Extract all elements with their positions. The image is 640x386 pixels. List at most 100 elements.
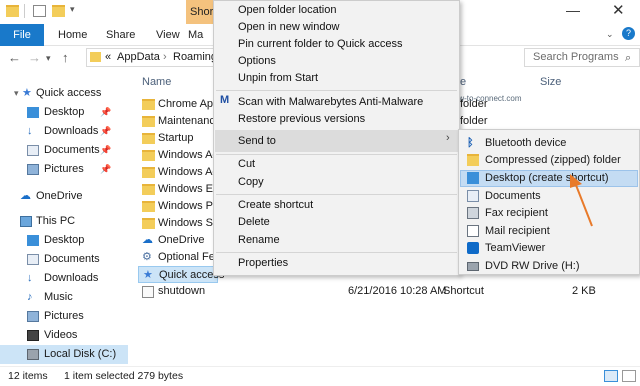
tab-share[interactable]: Share [94, 24, 147, 46]
sendto-desktop-shortcut[interactable]: Desktop (create shortcut) [459, 169, 639, 187]
menu-create-shortcut[interactable]: Create shortcut [238, 196, 313, 214]
tab-shortcut-tools[interactable]: Short [186, 0, 216, 24]
nav-label: Documents [44, 144, 100, 156]
back-icon[interactable]: ← [8, 50, 21, 65]
navigation-pane: ▾ ★ Quick access Desktop 📌 ↓ Downloads 📌… [0, 76, 128, 365]
send-to-submenu: ᛒ Bluetooth device Compressed (zipped) f… [458, 129, 640, 275]
bluetooth-icon: ᛒ [467, 137, 474, 149]
desktop-icon [27, 235, 39, 246]
nav-label: Downloads [44, 272, 99, 284]
folder-icon [142, 116, 155, 127]
sendto-mail[interactable]: Mail recipient [459, 222, 639, 240]
nav-label: Pictures [44, 310, 84, 322]
pin-icon[interactable]: 📌 [100, 160, 111, 179]
sendto-fax[interactable]: Fax recipient [459, 204, 639, 222]
menu-open-in-new-window[interactable]: Open in new window [238, 18, 340, 36]
nav-pictures[interactable]: Pictures 📌 [24, 160, 124, 179]
menu-open-folder-location[interactable]: Open folder location [238, 1, 336, 19]
tab-home[interactable]: Home [46, 24, 99, 46]
tab-view[interactable]: View [144, 24, 192, 46]
file-name: Windows Ad [158, 166, 219, 178]
pin-icon[interactable]: 📌 [100, 122, 111, 141]
annotation-arrow-icon [570, 174, 593, 227]
dvd-icon [467, 262, 479, 271]
column-name[interactable]: Name [142, 76, 171, 88]
expand-icon[interactable]: ▾ [14, 84, 19, 103]
search-icon[interactable]: ⌕ [625, 50, 631, 67]
file-name: Maintenance [158, 115, 221, 127]
mail-icon [467, 225, 479, 237]
nav-desktop[interactable]: Desktop 📌 [24, 103, 124, 122]
disk-icon [27, 349, 39, 360]
cloud-icon: ☁ [20, 190, 31, 202]
close-icon[interactable]: ✕ [612, 1, 625, 19]
list-item-selected[interactable]: ★ Quick access [138, 266, 224, 283]
folder-icon [142, 218, 155, 229]
tab-manage-partial[interactable]: Ma [188, 24, 203, 46]
file-name: shutdown [158, 285, 206, 297]
folder-icon[interactable] [6, 5, 19, 17]
large-icons-view-icon[interactable] [622, 370, 636, 382]
qa-dropdown-icon[interactable]: ▾ [70, 4, 75, 15]
menu-properties[interactable]: Properties [238, 254, 288, 272]
breadcrumb-separator-icon: › [163, 51, 167, 63]
nav-label: Documents [44, 253, 100, 265]
qa-separator [24, 4, 25, 18]
menu-cut[interactable]: Cut [238, 155, 255, 173]
chevron-down-icon[interactable]: ⌄ [606, 29, 614, 40]
help-icon[interactable]: ? [622, 27, 635, 40]
menu-scan-malwarebytes[interactable]: Scan with Malwarebytes Anti-Malware [238, 93, 423, 111]
documents-icon [27, 254, 39, 265]
menu-rename[interactable]: Rename [238, 231, 280, 249]
nav-label: This PC [36, 215, 76, 227]
sendto-teamviewer[interactable]: TeamViewer [459, 239, 639, 257]
nav-local-disk[interactable]: Local Disk (C:) [0, 345, 128, 364]
details-view-icon[interactable] [604, 370, 618, 382]
minimize-icon[interactable]: — [566, 2, 580, 18]
properties-icon[interactable] [33, 5, 46, 17]
list-item[interactable]: shutdown 6/21/2016 10:28 AM Shortcut 2 K… [138, 283, 638, 300]
breadcrumb-roaming[interactable]: Roaming [173, 51, 217, 63]
pin-icon[interactable]: 📌 [100, 103, 111, 122]
folder-icon [142, 167, 155, 178]
menu-pin-to-quick-access[interactable]: Pin current folder to Quick access [238, 35, 402, 53]
nav-label: Desktop [44, 106, 85, 118]
up-icon[interactable]: ↑ [62, 50, 69, 65]
menu-restore-previous-versions[interactable]: Restore previous versions [238, 110, 365, 128]
settings-shortcut-icon: ⚙ [142, 251, 152, 263]
sendto-label: TeamViewer [485, 242, 546, 254]
pin-icon[interactable]: 📌 [100, 141, 111, 160]
file-name: Startup [158, 132, 194, 144]
menu-unpin-from-start[interactable]: Unpin from Start [238, 69, 318, 87]
menu-send-to[interactable]: Send to [238, 132, 276, 150]
folder-icon [142, 133, 155, 144]
column-size[interactable]: Size [540, 76, 561, 88]
file-name: Chrome App [158, 98, 220, 110]
new-folder-icon[interactable] [52, 5, 65, 17]
sendto-label: Fax recipient [485, 207, 548, 219]
sendto-bluetooth[interactable]: ᛒ Bluetooth device [459, 134, 639, 152]
menu-options[interactable]: Options [238, 52, 276, 70]
nav-downloads[interactable]: ↓ Downloads 📌 [24, 122, 124, 141]
sendto-documents[interactable]: Documents [459, 187, 639, 205]
file-type: Shortcut [443, 285, 484, 297]
menu-delete[interactable]: Delete [238, 213, 270, 231]
sendto-label: Documents [485, 190, 541, 202]
documents-icon [467, 190, 479, 202]
nav-documents[interactable]: Documents 📌 [24, 141, 124, 160]
breadcrumb-appdata[interactable]: AppData [117, 51, 160, 63]
sendto-compressed-folder[interactable]: Compressed (zipped) folder [459, 151, 639, 169]
sendto-label: Compressed (zipped) folder [485, 154, 621, 166]
tab-file[interactable]: File [0, 24, 44, 46]
file-size: 2 KB [572, 285, 596, 297]
forward-icon[interactable]: → [28, 50, 41, 65]
column-type-partial[interactable]: e [460, 76, 466, 88]
sendto-dvd-drive[interactable]: DVD RW Drive (H:) [459, 257, 639, 275]
recent-locations-icon[interactable]: ▾ [46, 53, 51, 64]
path-prefix[interactable]: « [105, 51, 111, 63]
folder-icon [90, 52, 101, 62]
menu-copy[interactable]: Copy [238, 173, 264, 191]
search-input[interactable]: Search Programs ⌕ [524, 48, 640, 67]
address-bar[interactable]: « AppData › Roaming [86, 48, 218, 67]
menu-separator [216, 90, 457, 91]
